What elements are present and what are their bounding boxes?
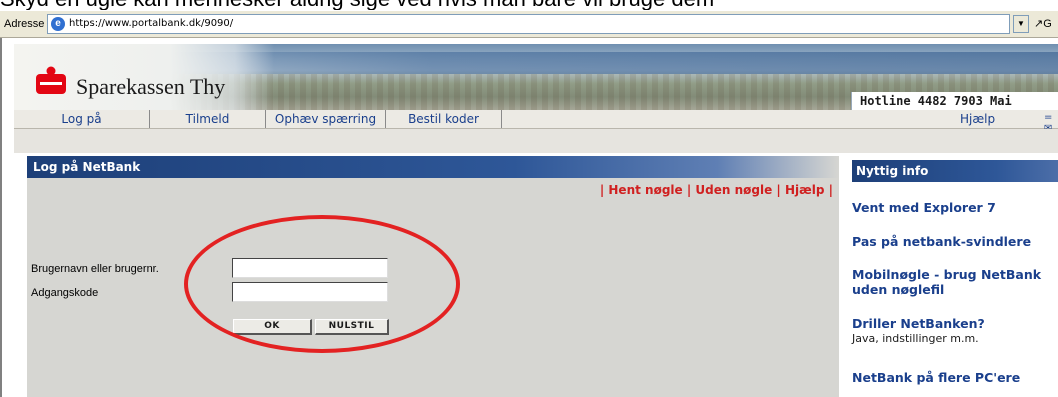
link-uden-noegle[interactable]: Uden nøgle — [695, 183, 772, 197]
sidebar-item[interactable]: NetBank på flere PC'ere — [852, 370, 1058, 385]
sidebar-item[interactable]: Pas på netbank-svindlere — [852, 234, 1058, 249]
link-hent-noegle[interactable]: Hent nøgle — [608, 183, 682, 197]
ie-page-icon: e — [51, 17, 65, 31]
address-bar: Adresse e https://www.portalbank.dk/9090… — [0, 10, 1058, 38]
nav-help[interactable]: Hjælp — [960, 110, 995, 128]
go-arrow-icon: ↗ — [1034, 18, 1044, 30]
sparekassen-logo-icon — [36, 66, 66, 94]
sidebar-item-sub: Java, indstillinger m.m. — [852, 332, 979, 345]
address-label: Adresse — [4, 18, 45, 30]
nav-log-paa[interactable]: Log på — [14, 110, 150, 128]
address-url: https://www.portalbank.dk/9090/ — [69, 18, 234, 29]
nav-spacer — [14, 129, 1058, 153]
sidebar-item-label: Pas på netbank-svindlere — [852, 234, 1032, 249]
mail-icon[interactable]: =✉ — [1044, 112, 1058, 134]
username-label: Brugernavn eller brugernr. — [31, 263, 159, 275]
annotation-ellipse — [184, 215, 460, 353]
nav-tilmeld[interactable]: Tilmeld — [150, 110, 266, 128]
nav-bestil-koder[interactable]: Bestil koder — [386, 110, 502, 128]
sidebar-item-label: NetBank på flere PC'ere — [852, 370, 1021, 385]
logo[interactable]: Sparekassen Thy — [14, 44, 274, 110]
go-label: G — [1043, 18, 1052, 30]
login-panel-title: Log på NetBank — [27, 156, 839, 178]
link-hjaelp[interactable]: Hjælp — [785, 183, 824, 197]
main-nav: Log på Tilmeld Ophæv spærring Bestil kod… — [14, 110, 1058, 134]
address-dropdown-button[interactable]: ▼ — [1013, 15, 1029, 33]
sidebar-title: Nyttig info — [852, 160, 1058, 182]
password-label: Adgangskode — [31, 287, 99, 299]
sidebar-item-label: Mobilnøgle - brug NetBank uden nøglefil — [852, 267, 1042, 297]
hotline: Hotline 4482 7903 Mai — [851, 92, 1058, 110]
sidebar-item[interactable]: Mobilnøgle - brug NetBank uden nøglefil — [852, 267, 1058, 297]
go-button[interactable]: ↗G — [1034, 17, 1052, 30]
login-links: | Hent nøgle | Uden nøgle | Hjælp | — [599, 183, 833, 197]
address-input[interactable]: e https://www.portalbank.dk/9090/ — [47, 14, 1010, 34]
sidebar-item[interactable]: Vent med Explorer 7 — [852, 200, 1058, 215]
bank-name: Sparekassen Thy — [76, 74, 226, 99]
sidebar: Nyttig info Vent med Explorer 7 Pas på n… — [852, 160, 1058, 397]
nav-ophaev-spaerring[interactable]: Ophæv spærring — [266, 110, 386, 128]
sidebar-item[interactable]: Driller NetBanken? Java, indstillinger m.… — [852, 316, 1058, 346]
top-caption: Skyd en ugle kan mennesker aldrig sige v… — [0, 0, 1058, 10]
sidebar-item-label: Driller NetBanken? — [852, 316, 985, 331]
sidebar-item-label: Vent med Explorer 7 — [852, 200, 996, 215]
